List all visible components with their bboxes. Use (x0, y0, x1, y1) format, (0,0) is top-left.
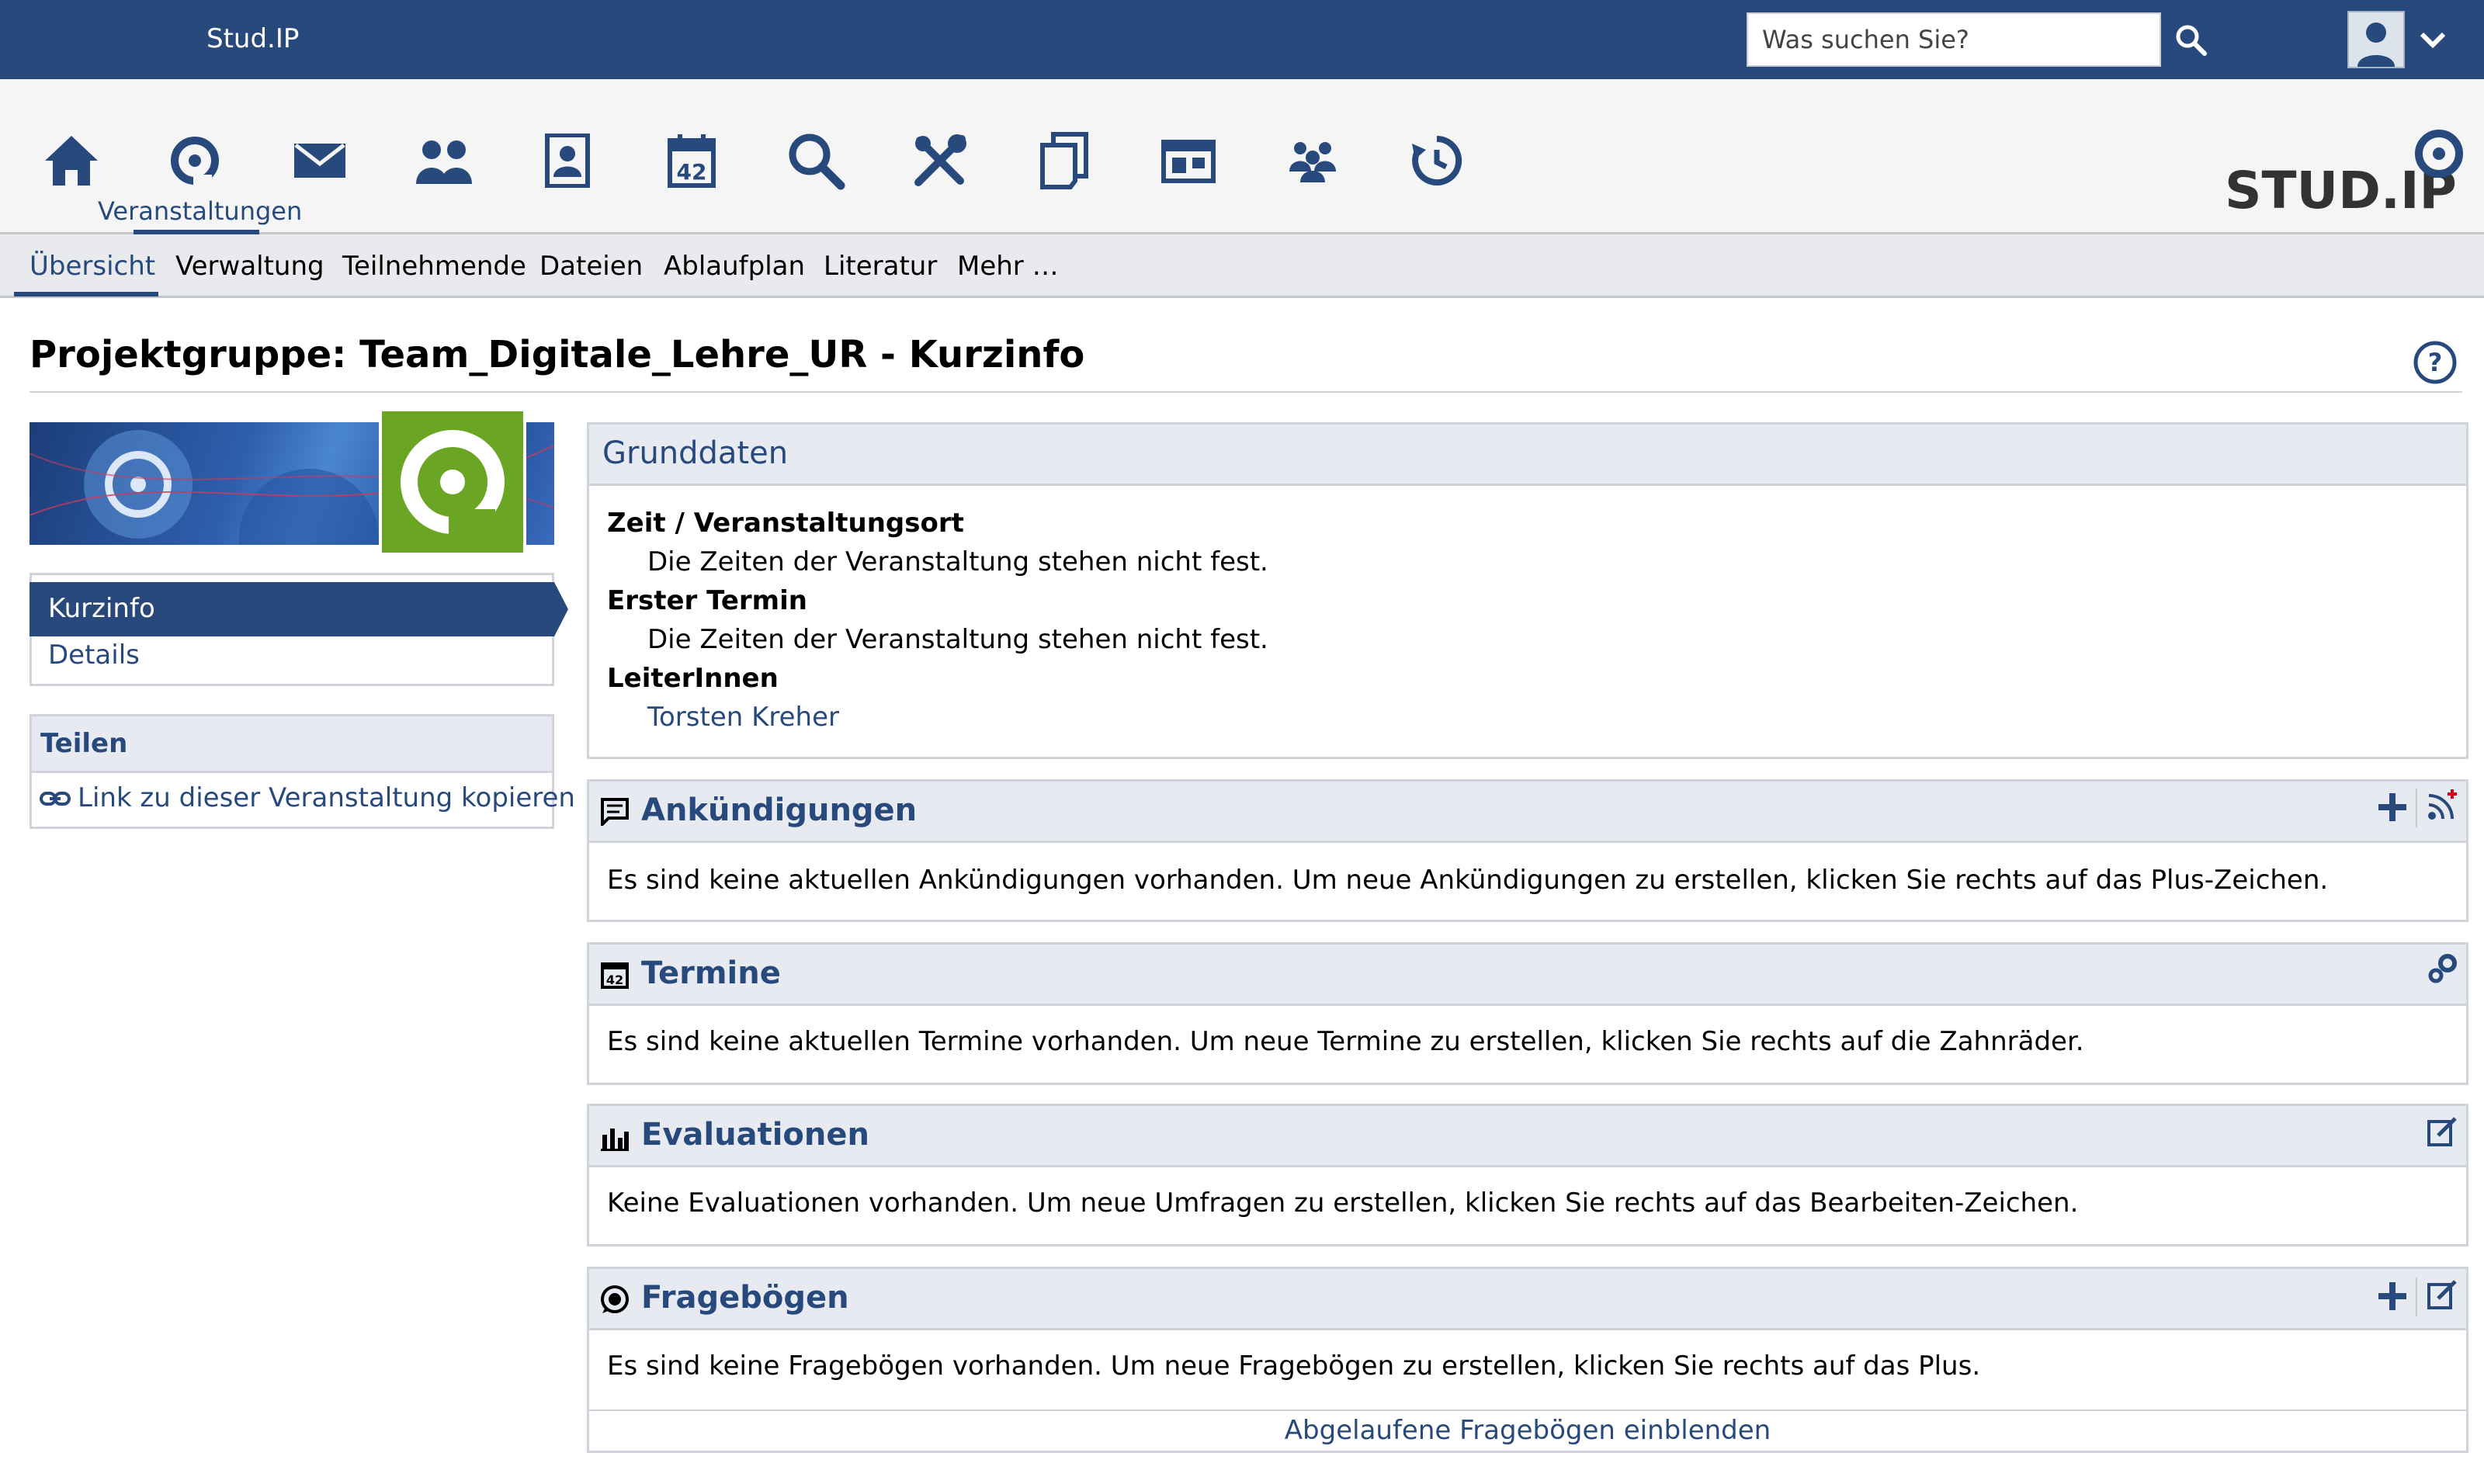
time-location-value: Die Zeiten der Veranstaltung stehen nich… (647, 546, 1268, 577)
brand-name[interactable]: Stud.IP (206, 20, 299, 57)
profile-icon (545, 133, 590, 188)
page-title: Projektgruppe: Team_Digitale_Lehre_UR - … (29, 333, 1085, 376)
courses-icon (171, 137, 219, 186)
lecturers-label: LeiterInnen (607, 663, 779, 694)
announcement-icon (601, 798, 629, 826)
evaluations-empty-text: Keine Evaluationen vorhanden. Um neue Um… (607, 1188, 2079, 1219)
nav-profile[interactable] (533, 126, 602, 196)
nav-groups[interactable] (1278, 126, 1348, 196)
nav-history[interactable] (1402, 126, 1472, 196)
community-icon (416, 140, 472, 184)
grunddaten-title: Grunddaten (602, 435, 789, 471)
nav-tools[interactable] (905, 126, 975, 196)
history-icon (1412, 135, 1462, 186)
timetable-icon (1161, 140, 1216, 183)
search-button[interactable] (2166, 12, 2215, 67)
time-location-label: Zeit / Veranstaltungsort (607, 508, 964, 539)
first-date-label: Erster Termin (607, 585, 807, 616)
top-bar: Stud.IP (0, 0, 2484, 79)
questionnaires-header (587, 1267, 2468, 1330)
nav-community[interactable] (409, 126, 479, 196)
studip-logo: STUD.IP (2225, 130, 2463, 217)
announcements-empty-text: Es sind keine aktuellen Ankündigungen vo… (607, 865, 2329, 896)
tab-literature[interactable]: Literatur (824, 245, 937, 287)
tab-more[interactable]: Mehr … (957, 245, 1059, 287)
tab-files[interactable]: Dateien (539, 245, 643, 287)
search-icon (2176, 25, 2207, 56)
dates-empty-text: Es sind keine aktuellen Termine vorhande… (607, 1026, 2084, 1057)
studip-symbol-icon (401, 430, 505, 540)
questionnaires-title: Fragebögen (641, 1280, 849, 1316)
action-separator (2416, 1278, 2417, 1316)
gears-icon (2428, 954, 2457, 983)
plus-icon (2378, 793, 2406, 821)
questionnaires-empty-text: Es sind keine Fragebögen vorhanden. Um n… (607, 1351, 1981, 1382)
title-divider (29, 391, 2462, 393)
nav-calendar[interactable]: 42 (657, 126, 727, 196)
course-avatar (379, 408, 526, 556)
edit-icon (2427, 1117, 2457, 1146)
nav-courses[interactable] (160, 126, 230, 196)
sidebar-item-details[interactable]: Details (48, 636, 140, 674)
sub-navigation: Übersicht Verwaltung Teilnehmende Dateie… (0, 234, 2484, 298)
edit-evaluations-button[interactable] (2425, 1115, 2459, 1149)
show-expired-questionnaires-link[interactable]: Abgelaufene Fragebögen einblenden (587, 1409, 2468, 1453)
search-field[interactable] (1747, 12, 2161, 67)
user-menu-toggle[interactable] (2414, 22, 2451, 59)
tools-icon (914, 134, 966, 186)
files-icon (1040, 132, 1088, 189)
search-icon (789, 133, 845, 190)
grunddaten-header (587, 422, 2468, 486)
dates-header (587, 942, 2468, 1006)
calendar-icon: 42 (668, 134, 716, 188)
avatar-icon (2357, 23, 2395, 67)
tab-participants[interactable]: Teilnehmende (342, 245, 526, 287)
calendar-icon: 42 (601, 962, 629, 989)
sidebar-item-kurzinfo[interactable]: Kurzinfo (48, 590, 155, 627)
tab-administration[interactable]: Verwaltung (175, 245, 324, 287)
questionnaire-icon (601, 1285, 629, 1313)
groups-icon (1289, 142, 1336, 182)
edit-icon (2427, 1280, 2457, 1309)
dates-settings-button[interactable] (2425, 952, 2459, 986)
tab-overview[interactable]: Übersicht (29, 245, 155, 287)
home-icon (45, 136, 98, 186)
sidebar-active-arrow (554, 582, 568, 636)
lecturer-link[interactable]: Torsten Kreher (647, 699, 839, 736)
search-input[interactable] (1748, 14, 2160, 65)
link-icon (40, 792, 71, 806)
nav-active-label[interactable]: Veranstaltungen (98, 194, 302, 228)
dates-title: Termine (641, 955, 781, 991)
svg-text:42: 42 (606, 973, 623, 987)
add-questionnaire-button[interactable] (2375, 1279, 2409, 1313)
nav-timetable[interactable] (1154, 126, 1223, 196)
share-widget-title: Teilen (40, 728, 128, 759)
copy-course-link[interactable]: Link zu dieser Veranstaltung kopieren (78, 779, 575, 817)
nav-home[interactable] (36, 126, 106, 196)
chevron-down-icon (2420, 32, 2446, 49)
edit-questionnaires-button[interactable] (2425, 1278, 2459, 1312)
add-announcement-button[interactable] (2375, 790, 2409, 824)
avatar[interactable] (2347, 11, 2405, 68)
announcements-title: Ankündigungen (641, 792, 918, 828)
mail-icon (294, 144, 345, 178)
svg-text:?: ? (2428, 348, 2443, 377)
help-icon[interactable]: ? (2413, 340, 2458, 385)
nav-messages[interactable] (285, 126, 355, 196)
action-separator (2416, 789, 2417, 827)
tab-active-indicator (14, 292, 158, 296)
svg-text:42: 42 (677, 159, 707, 185)
rss-icon (2428, 789, 2457, 820)
tab-schedule[interactable]: Ablaufplan (664, 245, 805, 287)
nav-search[interactable] (781, 126, 851, 196)
evaluations-title: Evaluationen (641, 1117, 869, 1153)
chart-icon (601, 1129, 629, 1151)
rss-button[interactable] (2425, 789, 2459, 823)
nav-files[interactable] (1029, 126, 1099, 196)
first-date-value: Die Zeiten der Veranstaltung stehen nich… (647, 624, 1268, 655)
main-navigation: Veranstaltungen 42 STUD.IP (0, 79, 2484, 234)
plus-icon (2378, 1282, 2406, 1310)
